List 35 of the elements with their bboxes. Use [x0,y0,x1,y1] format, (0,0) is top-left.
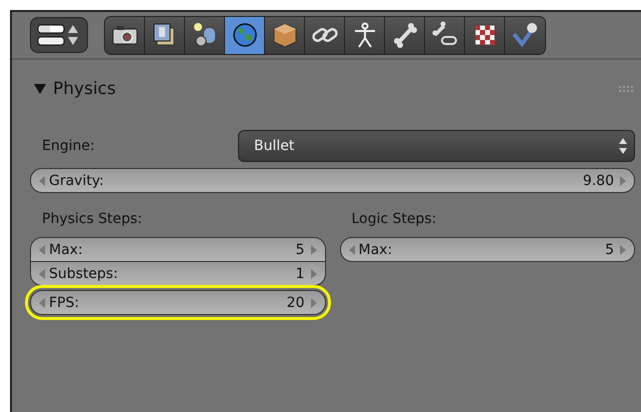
right-arrow-icon [620,244,626,254]
left-arrow-icon [39,176,45,186]
properties-tab[interactable] [345,16,385,54]
properties-tab[interactable] [265,16,305,54]
properties-tab[interactable] [425,16,465,54]
properties-tab[interactable] [385,16,425,54]
number-field[interactable]: Substeps: 1 [30,262,326,286]
drag-handle-icon[interactable] [619,85,633,93]
right-arrow-icon [310,244,316,254]
left-arrow-icon [39,244,45,254]
section-label: Physics Steps: [42,211,144,227]
tick-icon [510,20,540,50]
section-label: Logic Steps: [352,211,438,227]
collapse-triangle-icon[interactable] [34,83,46,95]
number-field[interactable]: Max: 5 [340,237,635,262]
properties-tab[interactable] [225,16,265,54]
properties-tab[interactable] [105,16,145,54]
left-arrow-icon [39,298,45,308]
panel-title[interactable]: Physics [53,79,619,99]
gravity-field[interactable]: Gravity: 9.80 [30,168,635,193]
engine-label: Engine: [42,138,96,154]
right-arrow-icon [620,176,626,186]
left-arrow-icon [39,268,45,278]
number-field[interactable]: Max: 5 [30,237,326,262]
properties-tab[interactable] [465,16,505,54]
properties-tab[interactable] [305,16,345,54]
right-arrow-icon [310,298,316,308]
up-down-arrows-icon [618,137,628,155]
properties-tab[interactable] [505,16,545,54]
engine-dropdown[interactable]: Bullet [238,130,635,162]
editor-type-button[interactable] [30,17,88,53]
right-arrow-icon [310,268,316,278]
properties-tab[interactable] [145,16,185,54]
left-arrow-icon [348,244,354,254]
properties-tab[interactable] [185,16,225,54]
